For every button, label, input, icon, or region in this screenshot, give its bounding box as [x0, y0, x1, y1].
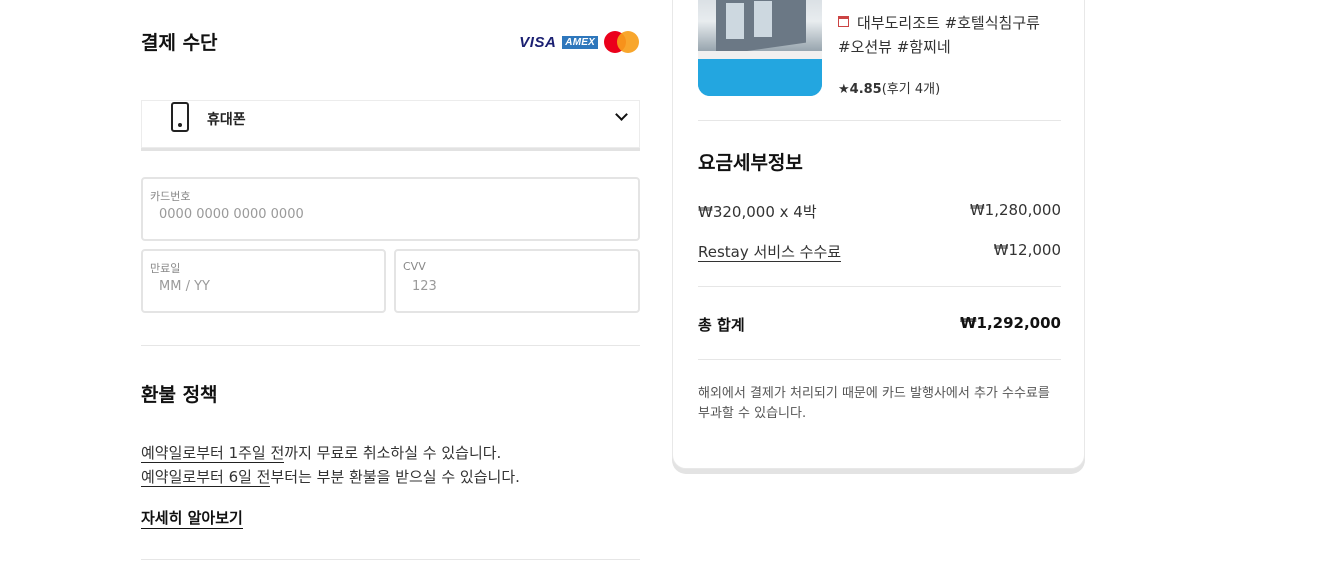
- mastercard-logo-icon: [604, 30, 640, 54]
- card-number-label: 카드번호: [150, 190, 191, 203]
- summary-divider: [698, 286, 1061, 287]
- visa-logo-icon: VISA: [519, 33, 557, 51]
- expiry-field[interactable]: 만료일: [141, 249, 386, 313]
- calendar-icon: [838, 16, 849, 27]
- refund-line-1-text: 까지 무료로 취소하실 수 있습니다.: [284, 444, 502, 462]
- total-label: 총 합계: [698, 316, 745, 334]
- section-divider: [141, 559, 640, 560]
- refund-policy-line-2: 예약일로부터 6일 전부터는 부분 환불을 받으실 수 있습니다.: [141, 466, 520, 487]
- stay-name-line-1: 대부도리조트 #호텔식침구류: [857, 14, 1040, 32]
- learn-more-link[interactable]: 자세히 알아보기: [141, 507, 243, 529]
- stay-thumbnail: [698, 0, 822, 96]
- refund-policy-title: 환불 정책: [141, 384, 218, 406]
- nightly-fee-value: ₩1,280,000: [969, 201, 1061, 219]
- expiry-input[interactable]: [159, 279, 352, 294]
- service-fee-row: Restay 서비스 수수료 ₩12,000: [698, 241, 1061, 262]
- payment-method-title: 결제 수단: [141, 32, 218, 54]
- mobile-phone-icon: [171, 102, 189, 132]
- cvv-input[interactable]: [412, 279, 606, 294]
- summary-divider: [698, 359, 1061, 360]
- cvv-field[interactable]: CVV: [394, 249, 640, 313]
- nightly-fee-label: ₩320,000 x 4박: [698, 203, 817, 221]
- booking-summary-panel: 대부도리조트 #호텔식침구류 #오션뷰 #함찌네 ★4.85(후기 4개) 요금…: [672, 0, 1085, 469]
- card-logos: VISA AMEX: [519, 30, 640, 54]
- expiry-label: 만료일: [150, 262, 181, 275]
- foreign-fee-notice: 해외에서 결제가 처리되기 때문에 카드 발행사에서 추가 수수료를 부과할 수…: [698, 386, 1050, 421]
- refund-free-cancel-link[interactable]: 예약일로부터 1주일 전: [141, 444, 285, 463]
- section-divider: [141, 345, 640, 346]
- stay-rating: ★4.85(후기 4개): [838, 78, 940, 97]
- service-fee-value: ₩12,000: [993, 241, 1061, 259]
- amex-logo-icon: AMEX: [562, 35, 598, 49]
- chevron-down-icon: [615, 108, 628, 121]
- card-number-input[interactable]: [159, 207, 555, 222]
- review-count: (후기 4개): [881, 82, 941, 97]
- service-fee-link[interactable]: Restay 서비스 수수료: [698, 243, 842, 262]
- rating-value: ★4.85: [838, 82, 882, 97]
- stay-name-line-2: #오션뷰 #함찌네: [838, 38, 951, 56]
- cvv-label: CVV: [403, 260, 426, 273]
- stay-name: 대부도리조트 #호텔식침구류 #오션뷰 #함찌네: [838, 11, 1068, 59]
- refund-policy-line-1: 예약일로부터 1주일 전까지 무료로 취소하실 수 있습니다.: [141, 442, 501, 463]
- total-value: ₩1,292,000: [959, 314, 1061, 332]
- card-number-field[interactable]: 카드번호: [141, 177, 640, 241]
- total-row: 총 합계 ₩1,292,000: [698, 314, 1061, 335]
- refund-line-2-text: 부터는 부분 환불을 받으실 수 있습니다.: [270, 468, 520, 486]
- nightly-fee-row: ₩320,000 x 4박 ₩1,280,000: [698, 201, 1061, 222]
- payment-method-selected-label: 휴대폰: [207, 112, 246, 128]
- summary-divider: [698, 120, 1061, 121]
- payment-method-header: 결제 수단 VISA AMEX: [141, 28, 640, 56]
- refund-partial-link[interactable]: 예약일로부터 6일 전: [141, 468, 271, 487]
- payment-method-select[interactable]: 휴대폰: [141, 100, 640, 148]
- fee-details-title: 요금세부정보: [698, 152, 803, 174]
